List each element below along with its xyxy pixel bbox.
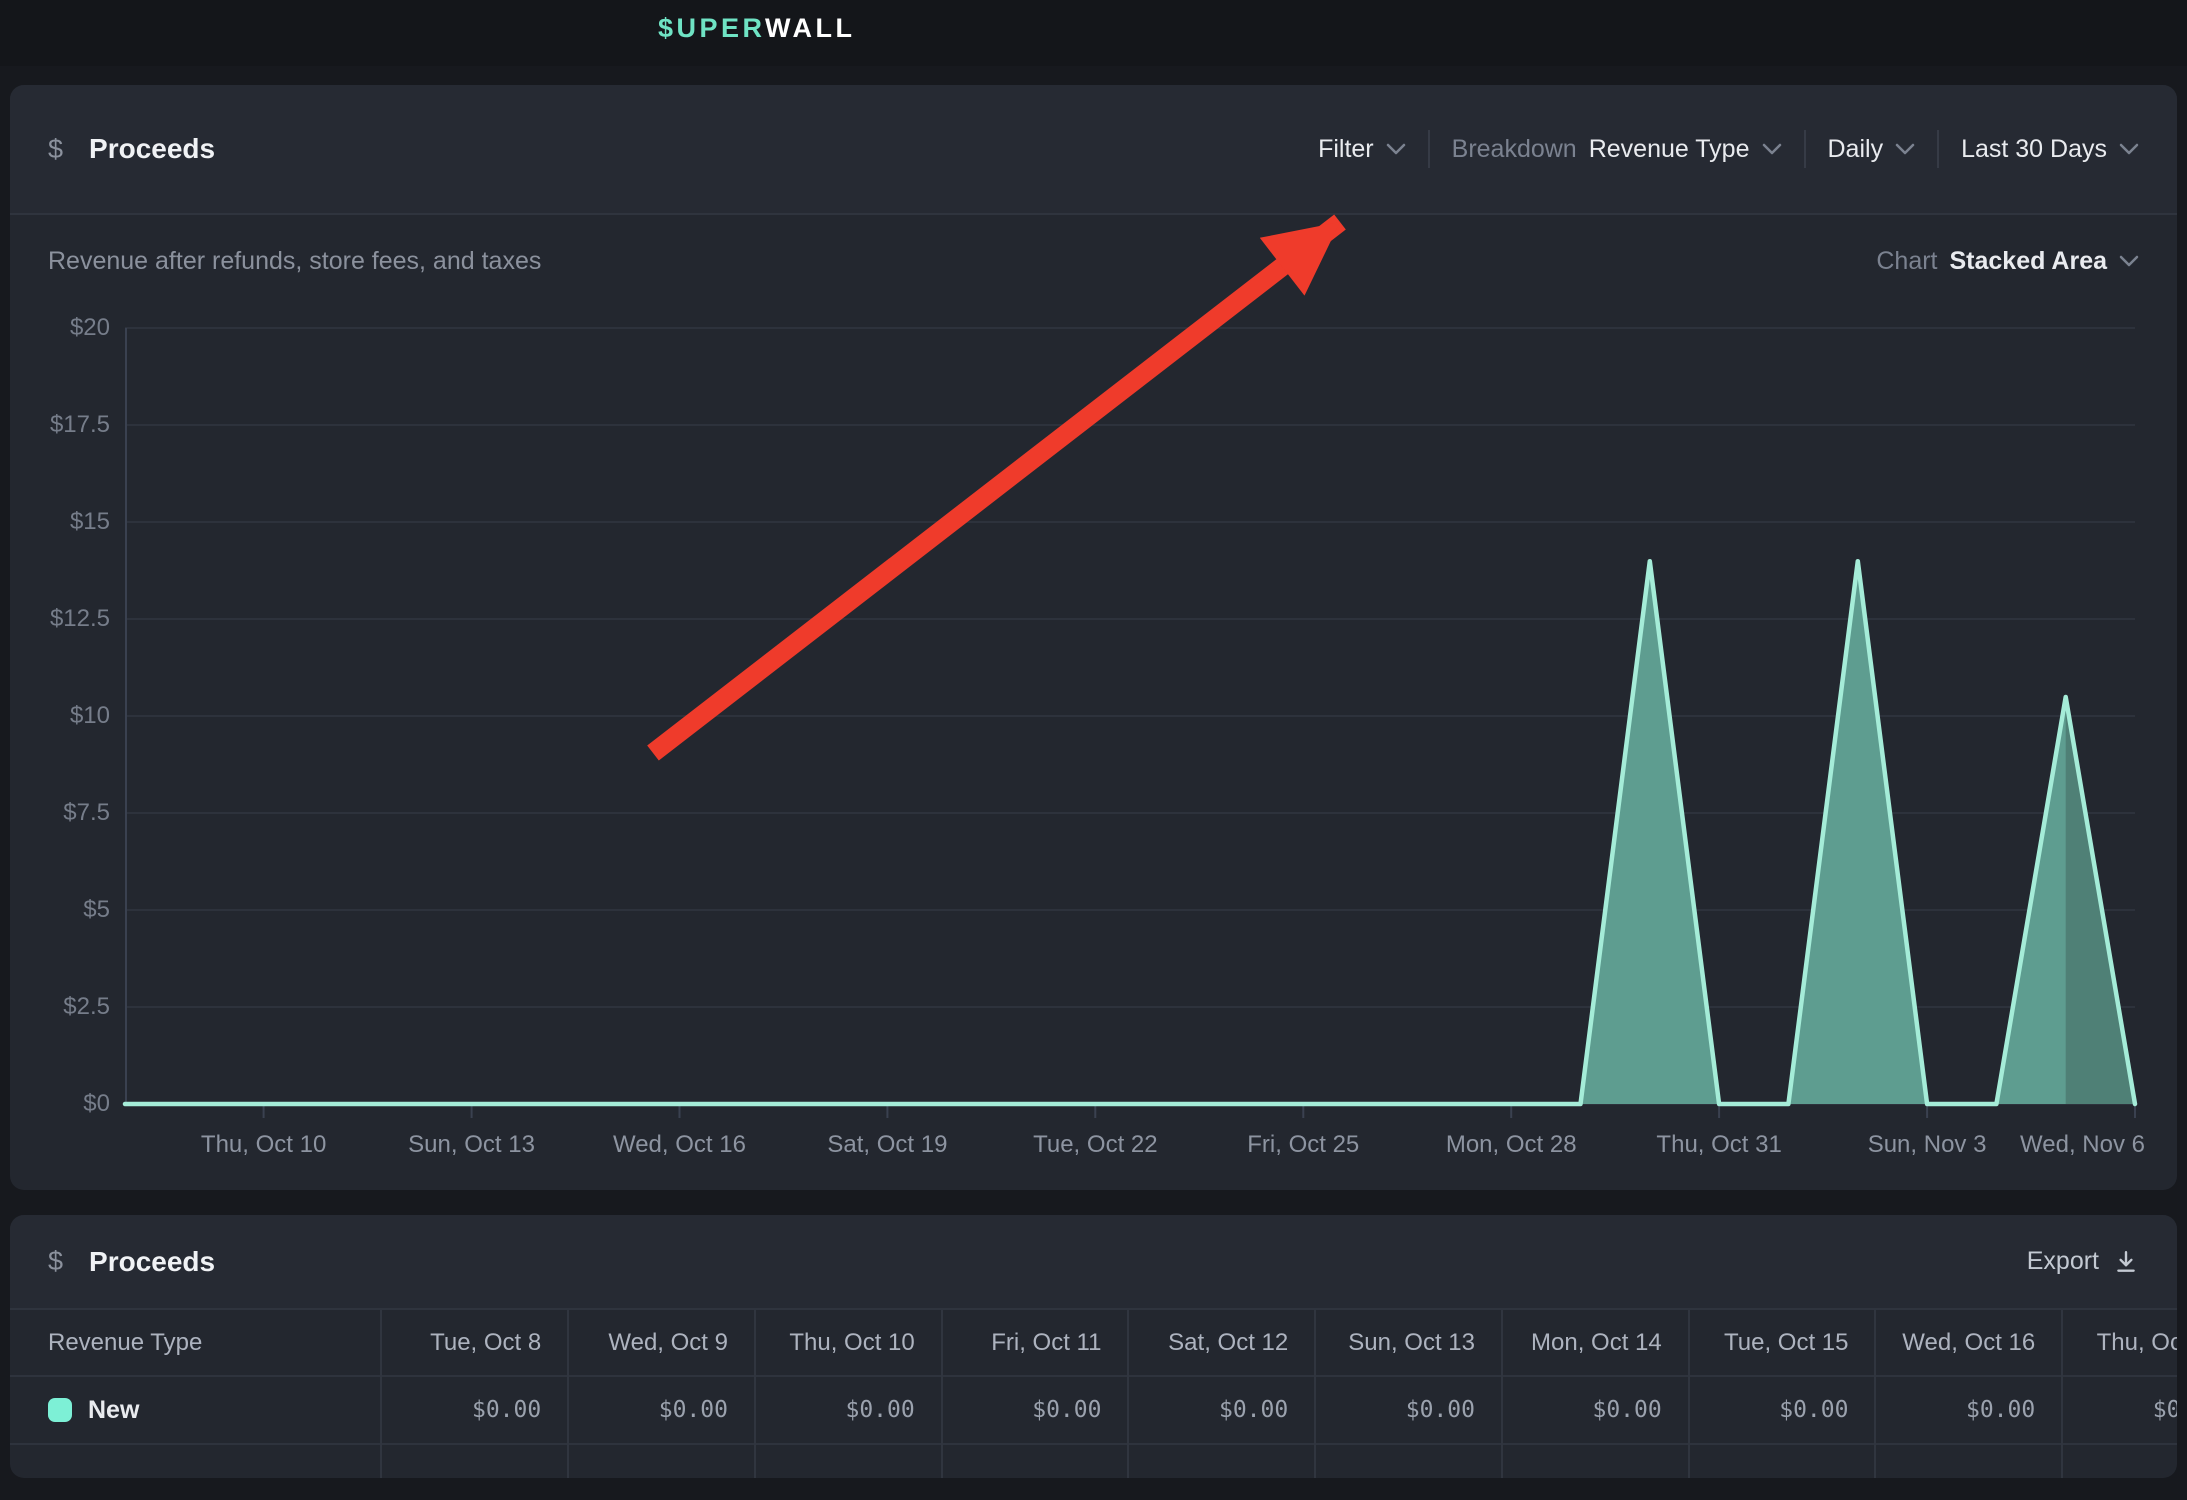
- table-col-header: Thu, Oct 17: [2062, 1310, 2177, 1376]
- chart-subheader: Revenue after refunds, store fees, and t…: [10, 215, 2177, 307]
- chart-subtitle: Revenue after refunds, store fees, and t…: [48, 247, 541, 276]
- table-cell-value: $0.00: [1315, 1376, 1502, 1444]
- x-axis-label: Thu, Oct 31: [1656, 1130, 1781, 1160]
- granularity-value: Daily: [1828, 135, 1884, 164]
- chevron-down-icon: [1386, 143, 1406, 155]
- table-col-header: Sun, Oct 13: [1315, 1310, 1502, 1376]
- table-col-header: Tue, Oct 8: [381, 1310, 568, 1376]
- chart-type-label: Chart: [1876, 247, 1937, 276]
- y-axis-label: $5: [10, 895, 110, 925]
- table-row: New $0.00$0.00$0.00$0.00$0.00$0.00$0.00$…: [10, 1376, 2177, 1444]
- download-icon: [2113, 1249, 2139, 1275]
- x-axis-label: Sat, Oct 19: [827, 1130, 947, 1160]
- table-col-header: Mon, Oct 14: [1502, 1310, 1689, 1376]
- chart-type-dropdown[interactable]: Chart Stacked Area: [1876, 247, 2139, 276]
- table-cell-value: $0.00: [942, 1376, 1129, 1444]
- date-range-dropdown[interactable]: Last 30 Days: [1961, 135, 2139, 164]
- table-col-header: Wed, Oct 16: [1875, 1310, 2062, 1376]
- dollar-icon: $: [48, 1246, 63, 1277]
- x-axis-label: Wed, Oct 16: [613, 1130, 746, 1160]
- filter-dropdown[interactable]: Filter: [1318, 135, 1406, 164]
- table-col-header: Sat, Oct 12: [1128, 1310, 1315, 1376]
- logo-suffix: WALL: [765, 13, 855, 43]
- chevron-down-icon: [2119, 255, 2139, 267]
- export-label: Export: [2027, 1247, 2099, 1276]
- y-axis-label: $17.5: [10, 410, 110, 440]
- y-axis-label: $7.5: [10, 798, 110, 828]
- divider: [1804, 130, 1806, 168]
- table-empty-row: [10, 1444, 2177, 1478]
- proceeds-area-chart: [125, 328, 2135, 1118]
- date-range-value: Last 30 Days: [1961, 135, 2107, 164]
- breakdown-value: Revenue Type: [1589, 135, 1750, 164]
- table-card-header: $ Proceeds Export: [10, 1215, 2177, 1310]
- page-title: Proceeds: [89, 133, 215, 165]
- x-axis-label: Thu, Oct 10: [201, 1130, 326, 1160]
- table-cell-value: $0.00: [568, 1376, 755, 1444]
- table-title: Proceeds: [89, 1246, 215, 1278]
- y-axis-label: $0: [10, 1089, 110, 1119]
- divider: [1937, 130, 1939, 168]
- x-axis-label: Mon, Oct 28: [1446, 1130, 1577, 1160]
- table-cell-value: $0.00: [2062, 1376, 2177, 1444]
- table-cell-value: $0.00: [1689, 1376, 1876, 1444]
- proceeds-table-card: $ Proceeds Export Revenue Type Tue, Oct …: [10, 1215, 2177, 1478]
- proceeds-chart-card: $ Proceeds Filter Breakdown Revenue Type…: [10, 85, 2177, 1190]
- x-axis-label: Sun, Oct 13: [408, 1130, 535, 1160]
- table-cell-value: $0.00: [381, 1376, 568, 1444]
- table-col-header: Tue, Oct 15: [1689, 1310, 1876, 1376]
- table-header-row: Revenue Type Tue, Oct 8Wed, Oct 9Thu, Oc…: [10, 1310, 2177, 1376]
- x-axis-label: Tue, Oct 22: [1033, 1130, 1158, 1160]
- proceeds-table: Revenue Type Tue, Oct 8Wed, Oct 9Thu, Oc…: [10, 1310, 2177, 1478]
- y-axis-label: $10: [10, 701, 110, 731]
- breakdown-dropdown[interactable]: Breakdown Revenue Type: [1452, 135, 1782, 164]
- divider: [1428, 130, 1430, 168]
- table-cell-value: $0.00: [755, 1376, 942, 1444]
- x-axis-label: Fri, Oct 25: [1247, 1130, 1359, 1160]
- chart-type-value: Stacked Area: [1950, 247, 2108, 276]
- chart-card-header: $ Proceeds Filter Breakdown Revenue Type…: [10, 85, 2177, 215]
- y-axis-label: $2.5: [10, 992, 110, 1022]
- row-label: New: [88, 1396, 139, 1425]
- granularity-dropdown[interactable]: Daily: [1828, 135, 1916, 164]
- top-navigation-bar: $UPERWALL: [0, 0, 2187, 66]
- x-axis-label: Wed, Nov 6: [2020, 1130, 2145, 1160]
- y-axis-label: $15: [10, 507, 110, 537]
- table-col-header: Thu, Oct 10: [755, 1310, 942, 1376]
- table-col-header: Wed, Oct 9: [568, 1310, 755, 1376]
- dollar-icon: $: [48, 134, 63, 165]
- breakdown-label: Breakdown: [1452, 135, 1577, 164]
- y-axis-label: $12.5: [10, 604, 110, 634]
- table-col-header: Fri, Oct 11: [942, 1310, 1129, 1376]
- chevron-down-icon: [1895, 143, 1915, 155]
- filter-label: Filter: [1318, 135, 1374, 164]
- superwall-logo[interactable]: $UPERWALL: [658, 13, 856, 44]
- logo-prefix: $UPER: [658, 13, 765, 43]
- y-axis-label: $20: [10, 313, 110, 343]
- table-col-header: Revenue Type: [10, 1310, 381, 1376]
- chevron-down-icon: [1762, 143, 1782, 155]
- table-cell-value: $0.00: [1128, 1376, 1315, 1444]
- table-cell-value: $0.00: [1502, 1376, 1689, 1444]
- chart-controls: Filter Breakdown Revenue Type Daily Last…: [1318, 130, 2139, 168]
- series-color-swatch: [48, 1398, 72, 1422]
- table-cell-value: $0.00: [1875, 1376, 2062, 1444]
- chevron-down-icon: [2119, 143, 2139, 155]
- export-button[interactable]: Export: [2027, 1247, 2139, 1276]
- x-axis-label: Sun, Nov 3: [1868, 1130, 1987, 1160]
